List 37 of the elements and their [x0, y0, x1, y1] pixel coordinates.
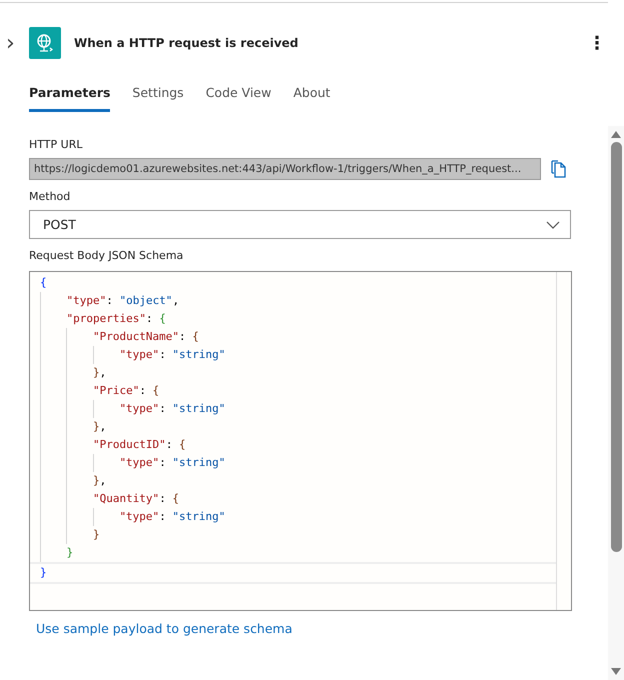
- scroll-down-icon[interactable]: [611, 668, 621, 676]
- url-field[interactable]: https://logicdemo01.azurewebsites.net:443/api/Workflow-1/triggers/When_a_HTTP_request...: [29, 158, 541, 180]
- code-line: "type": "string": [119, 348, 226, 361]
- tab[interactable]: Parameters: [29, 85, 110, 112]
- tab[interactable]: Code View: [206, 85, 272, 112]
- code-line: {: [40, 276, 47, 289]
- code-line: "ProductID": {: [92, 438, 186, 451]
- code-line: "Quantity": {: [92, 492, 180, 505]
- field-label: Request Body JSON Schema: [29, 249, 184, 262]
- code-editor[interactable]: { "type": "object", "properties": { "ProductName": { "type": "string" }, "Price": { "type": "string" }, "ProductID": { "type": "string" }, "Quantity": { "type": "string" } } }: [29, 271, 572, 611]
- code-line: "ProductName": {: [92, 330, 199, 343]
- code-line: },: [92, 474, 106, 487]
- code-line: }: [40, 566, 47, 579]
- generate-schema-link[interactable]: Use sample payload to generate schema: [36, 621, 292, 636]
- expand-chevron[interactable]: ›: [6, 30, 24, 56]
- code-line: }: [92, 528, 100, 541]
- method-dropdown[interactable]: POST: [29, 210, 571, 239]
- code-line: "type": "string": [119, 402, 226, 415]
- field-label: HTTP URL: [29, 138, 84, 151]
- copy-icon[interactable]: [551, 160, 567, 178]
- code-line: }: [66, 546, 74, 559]
- tab[interactable]: About: [293, 85, 330, 112]
- scrollbar-thumb[interactable]: [610, 142, 622, 552]
- code-line: },: [92, 420, 106, 433]
- chevron-down-icon: [546, 220, 560, 228]
- trigger-title: When a HTTP request is received: [74, 36, 300, 50]
- code-line: },: [92, 366, 106, 379]
- code-line: "type": "string": [119, 456, 226, 469]
- scroll-up-icon[interactable]: [611, 130, 621, 138]
- tab[interactable]: Settings: [132, 85, 184, 112]
- code-line: "properties": {: [66, 312, 166, 325]
- field-label: Method: [29, 190, 72, 203]
- code-line: "Price": {: [92, 384, 160, 397]
- more-options-button[interactable]: ⋮: [588, 32, 606, 54]
- globe-request-icon: [29, 27, 61, 59]
- code-line: "type": "string": [119, 510, 226, 523]
- code-line: "type": "object",: [66, 294, 180, 307]
